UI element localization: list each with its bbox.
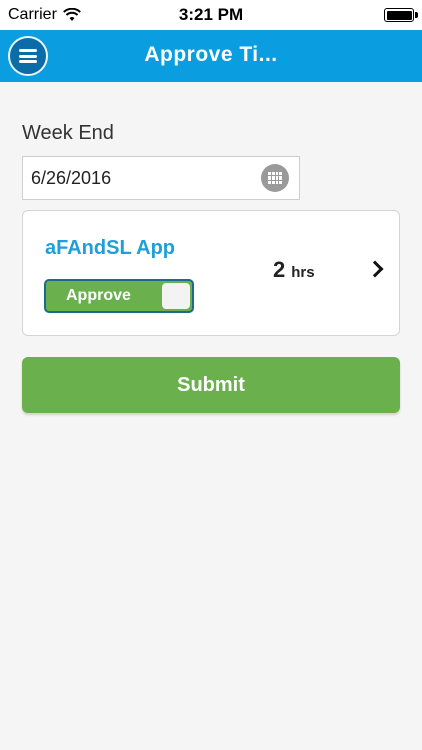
hamburger-menu-icon bbox=[19, 49, 37, 63]
chevron-right-icon[interactable] bbox=[366, 260, 384, 278]
menu-button[interactable] bbox=[8, 36, 48, 76]
calendar-icon[interactable] bbox=[261, 164, 289, 192]
status-time: 3:21 PM bbox=[178, 5, 244, 24]
approve-toggle[interactable]: Approve bbox=[44, 279, 194, 313]
week-end-input[interactable] bbox=[31, 157, 251, 199]
hours-display: 2 hrs bbox=[273, 257, 315, 283]
page-title: Approve Ti... bbox=[144, 43, 278, 66]
timesheet-card[interactable]: aFAndSL App Approve 2 hrs bbox=[22, 210, 400, 336]
battery-icon bbox=[384, 8, 418, 22]
hours-value: 2 bbox=[273, 257, 286, 282]
navigation-bar: Approve Ti... bbox=[0, 30, 422, 82]
week-end-label: Week End bbox=[22, 122, 114, 144]
week-end-field[interactable] bbox=[22, 156, 300, 200]
toggle-knob bbox=[162, 283, 190, 309]
approve-toggle-label: Approve bbox=[66, 287, 131, 304]
app-name: aFAndSL App bbox=[45, 237, 175, 259]
status-bar: Carrier 3:21 PM bbox=[0, 0, 422, 30]
hours-unit: hrs bbox=[291, 264, 315, 281]
main-content: Week End aFAndSL App Approve 2 hrs Submit bbox=[0, 82, 422, 750]
submit-button[interactable]: Submit bbox=[22, 357, 400, 413]
